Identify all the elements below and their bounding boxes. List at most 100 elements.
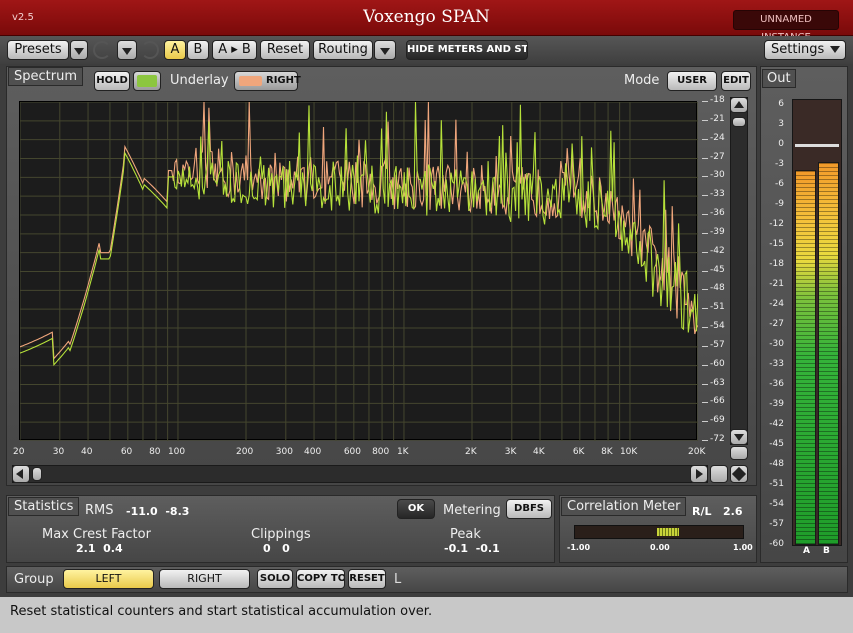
spectrum-y-scale: -18 -21 -24 -27 -30 -33 -36 -39 -42 -45 -48 -51 -54 -… bbox=[700, 95, 728, 445]
spectrum-title: Spectrum bbox=[8, 67, 83, 86]
x-tick-label: 100 bbox=[167, 447, 186, 457]
y-tick-label: -30 bbox=[702, 170, 725, 180]
chevron-right-icon bbox=[696, 469, 703, 479]
presets-dropdown-button[interactable] bbox=[70, 40, 88, 60]
correlation-title: Correlation Meter bbox=[561, 497, 687, 516]
y-tick-label: -66 bbox=[702, 396, 725, 406]
ok-button[interactable]: OK bbox=[397, 499, 435, 519]
out-tick-label: -51 bbox=[769, 479, 784, 489]
correlation-value: 2.6 bbox=[723, 505, 743, 518]
out-tick-label: -6 bbox=[775, 179, 784, 189]
out-tick-label: 6 bbox=[778, 99, 784, 109]
channel-a-label: A bbox=[803, 546, 810, 556]
out-tick-label: -45 bbox=[769, 439, 784, 449]
main-color-swatch[interactable] bbox=[133, 71, 161, 91]
out-title: Out bbox=[762, 69, 796, 88]
instance-name-button[interactable]: UNNAMED INSTANCE bbox=[733, 10, 839, 43]
out-tick-label: -21 bbox=[769, 279, 784, 289]
out-tick-label: -30 bbox=[769, 339, 784, 349]
peak-hold-marker bbox=[795, 144, 839, 147]
chevron-left-icon bbox=[16, 469, 23, 479]
undo-icon[interactable] bbox=[93, 41, 111, 59]
scroll-down-button[interactable] bbox=[730, 429, 748, 445]
y-tick-label: -33 bbox=[702, 189, 725, 199]
out-tick-label: -27 bbox=[769, 319, 784, 329]
settings-button[interactable]: Settings bbox=[764, 40, 846, 60]
metering-mode-button[interactable]: DBFS bbox=[506, 499, 552, 519]
hold-button[interactable]: HOLD bbox=[94, 71, 130, 91]
chevron-down-icon bbox=[830, 46, 841, 53]
spectrum-plot[interactable] bbox=[19, 101, 699, 442]
x-tick-label: 1K bbox=[396, 447, 409, 457]
x-tick-label: 20 bbox=[13, 447, 25, 457]
ab-b-button[interactable]: B bbox=[187, 40, 209, 60]
out-tick-label: -57 bbox=[769, 519, 784, 529]
x-tick-label: 200 bbox=[236, 447, 254, 457]
x-tick-label: 8K bbox=[601, 447, 613, 457]
hide-meters-button[interactable]: HIDE METERS AND STATS bbox=[406, 40, 528, 60]
y-tick-label: -18 bbox=[702, 95, 725, 105]
routing-dropdown-button[interactable] bbox=[374, 40, 396, 60]
underlay-spectrum-curve bbox=[19, 101, 699, 360]
y-tick-label: -72 bbox=[702, 434, 725, 444]
x-tick-label: 4K bbox=[533, 447, 545, 457]
y-tick-label: -54 bbox=[702, 321, 725, 331]
vertical-scrollbar[interactable] bbox=[730, 97, 748, 445]
menu-dropdown-button[interactable] bbox=[117, 40, 137, 60]
vertical-scroll-thumb[interactable] bbox=[732, 117, 746, 127]
y-tick-label: -39 bbox=[702, 227, 725, 237]
horizontal-scroll-thumb[interactable] bbox=[32, 467, 42, 481]
out-tick-label: 0 bbox=[778, 139, 784, 149]
group-left-button[interactable]: LEFT bbox=[63, 569, 154, 589]
solo-button[interactable]: SOLO bbox=[257, 569, 293, 589]
ab-a-button[interactable]: A bbox=[164, 40, 186, 60]
vertical-zoom-button[interactable] bbox=[730, 446, 748, 460]
crest-factor-values: 2.1 0.4 bbox=[76, 542, 123, 555]
y-tick-label: -24 bbox=[702, 133, 725, 143]
scroll-up-button[interactable] bbox=[730, 97, 748, 113]
out-tick-label: -39 bbox=[769, 399, 784, 409]
correlation-min-label: -1.00 bbox=[567, 543, 591, 552]
copy-to-button[interactable]: COPY TO bbox=[296, 569, 345, 589]
underlay-label: Underlay bbox=[170, 73, 229, 88]
reset-button[interactable]: Reset bbox=[260, 40, 310, 60]
underlay-channel-label: RIGHT bbox=[266, 75, 301, 86]
group-right-button[interactable]: RIGHT bbox=[159, 569, 250, 589]
chevron-up-icon bbox=[734, 101, 744, 108]
fit-view-button[interactable] bbox=[730, 465, 748, 483]
rms-label: RMS bbox=[85, 503, 114, 518]
x-tick-label: 400 bbox=[304, 447, 322, 457]
correlation-max-label: 1.00 bbox=[733, 543, 753, 552]
edit-button[interactable]: EDIT bbox=[721, 71, 751, 91]
metering-label: Metering bbox=[443, 503, 501, 518]
presets-button[interactable]: Presets bbox=[7, 40, 69, 60]
correlation-indicator bbox=[657, 528, 679, 536]
out-tick-label: -12 bbox=[769, 219, 784, 229]
settings-label: Settings bbox=[771, 42, 825, 57]
zoom-right-button[interactable] bbox=[710, 465, 728, 483]
chevron-down-icon bbox=[380, 48, 390, 55]
x-tick-label: 20K bbox=[688, 447, 706, 457]
underlay-channel-button[interactable]: RIGHT bbox=[234, 71, 301, 91]
level-meter bbox=[792, 99, 842, 546]
redo-icon[interactable] bbox=[141, 41, 159, 59]
scroll-right-button[interactable] bbox=[690, 465, 708, 483]
out-tick-label: -36 bbox=[769, 379, 784, 389]
routing-button[interactable]: Routing bbox=[313, 40, 373, 60]
mode-user-button[interactable]: USER bbox=[667, 71, 717, 91]
chevron-down-icon bbox=[122, 48, 132, 55]
x-tick-label: 6K bbox=[572, 447, 585, 457]
crest-factor-label: Max Crest Factor bbox=[42, 527, 151, 542]
rms-values: -11.0 -8.3 bbox=[126, 505, 190, 518]
horizontal-scrollbar[interactable] bbox=[12, 465, 708, 483]
out-tick-label: -48 bbox=[769, 459, 784, 469]
level-meter-channel-b bbox=[818, 162, 839, 545]
app-title: Voxengo SPAN bbox=[363, 7, 490, 27]
clippings-label: Clippings bbox=[251, 527, 311, 542]
out-scale: 6 3 0 -3 -6 -9 -12 -15 -18 -21 -24 -27 -30 -33 -36 -39 -… bbox=[762, 97, 788, 549]
group-reset-button[interactable]: RESET bbox=[348, 569, 386, 589]
ab-copy-button[interactable]: A ▸ B bbox=[212, 40, 257, 60]
y-tick-label: -51 bbox=[702, 302, 725, 312]
scroll-left-button[interactable] bbox=[12, 465, 30, 483]
x-tick-label: 80 bbox=[149, 447, 161, 457]
